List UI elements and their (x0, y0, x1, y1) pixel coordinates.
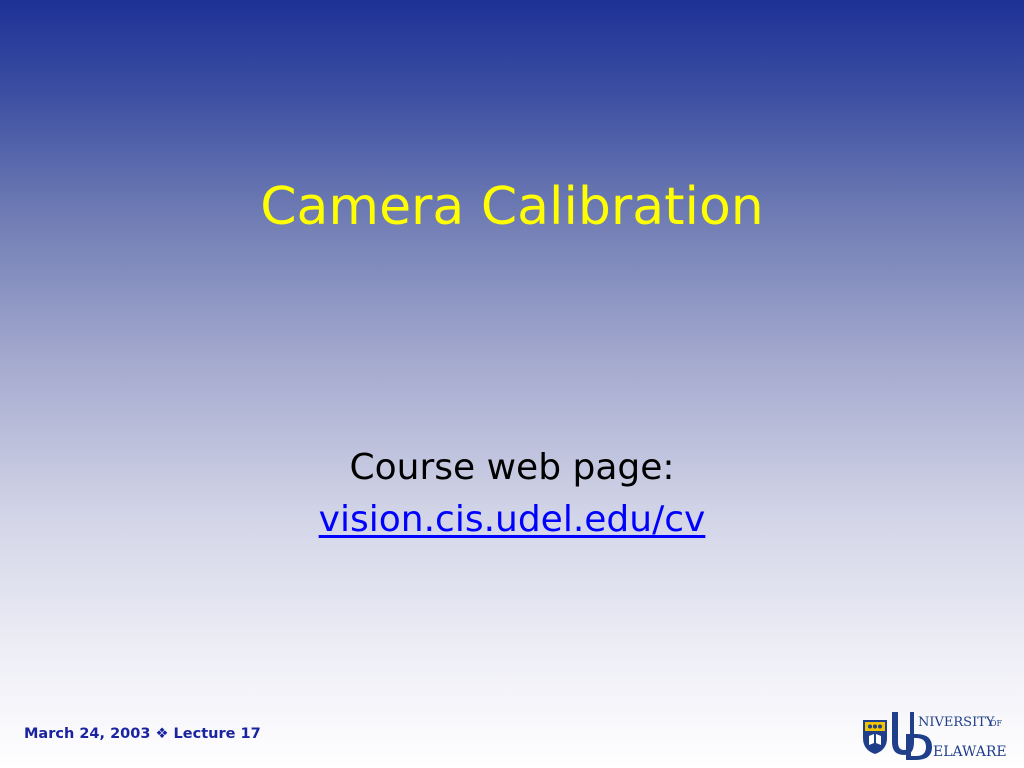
course-web-page-link[interactable]: vision.cis.udel.edu/cv (319, 499, 706, 540)
footer-separator-icon: ❖ (155, 726, 169, 742)
footer-lecture: Lecture 17 (173, 726, 261, 742)
svg-text:ELAWARE.: ELAWARE. (933, 744, 1007, 760)
university-of-delaware-logo: NIVERSITY OF ELAWARE. (863, 712, 1007, 760)
svg-text:OF: OF (990, 719, 1003, 728)
course-web-page-label: Course web page: (349, 447, 675, 488)
slide-footer: March 24, 2003 ❖ Lecture 17 (24, 726, 261, 742)
slide-body: Course web page: vision.cis.udel.edu/cv (0, 442, 1024, 546)
footer-date: March 24, 2003 (24, 726, 151, 742)
slide: Camera Calibration Course web page: visi… (0, 0, 1024, 768)
slide-title: Camera Calibration (260, 177, 764, 237)
shield-icon (863, 720, 887, 754)
svg-text:NIVERSITY: NIVERSITY (918, 715, 995, 730)
